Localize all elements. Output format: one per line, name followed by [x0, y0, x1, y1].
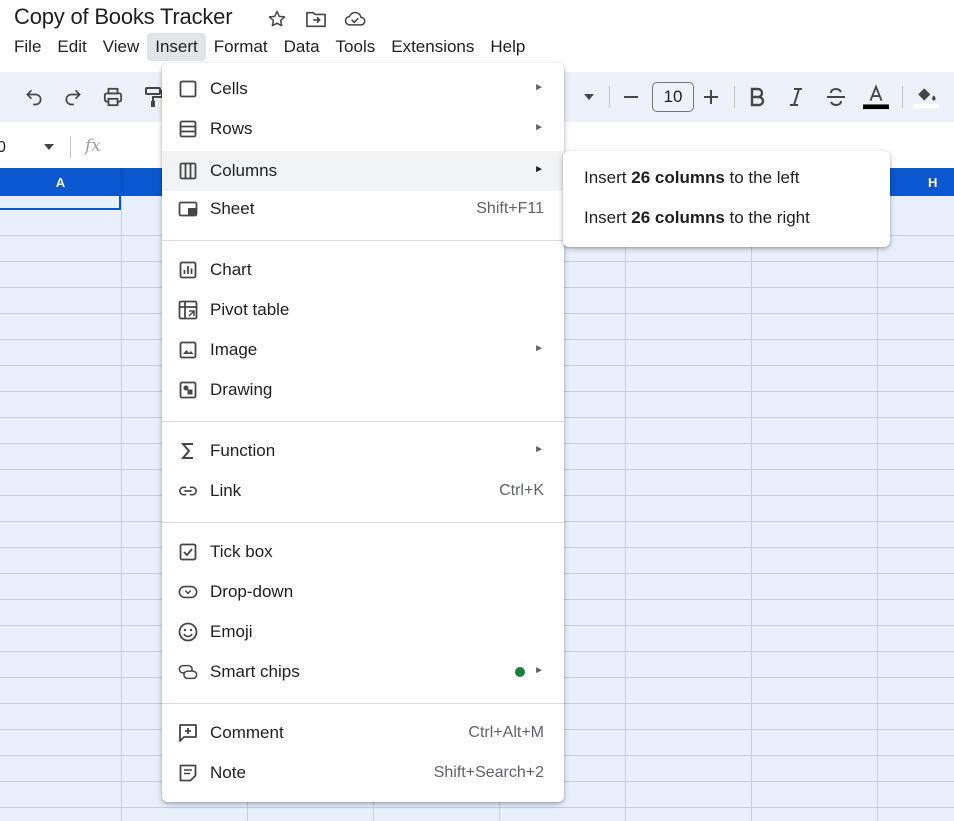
insert-menu: Cells ► Rows ► Columns ► Sheet Shift+F11…: [162, 63, 564, 802]
submenu-arrow-icon: ►: [534, 82, 544, 93]
insert-chart-item[interactable]: Chart: [162, 250, 564, 290]
submenu-arrow-icon: ►: [534, 343, 544, 354]
toolbar-divider: [609, 86, 610, 108]
insert-smart-chips-item[interactable]: Smart chips ►: [162, 652, 564, 692]
checkbox-icon: [178, 542, 198, 562]
column-header-h[interactable]: H: [928, 175, 937, 190]
function-fx-icon: fx: [84, 134, 106, 156]
shortcut-label: Shift+Search+2: [433, 764, 544, 781]
menu-divider: [162, 522, 564, 523]
doc-title[interactable]: Copy of Books Tracker: [14, 4, 233, 30]
toolbar-divider: [902, 86, 903, 108]
sigma-icon: [178, 441, 198, 461]
columns-icon: [178, 161, 198, 181]
insert-pivot-table-item[interactable]: Pivot table: [162, 290, 564, 330]
insert-comment-item[interactable]: Comment Ctrl+Alt+M: [162, 713, 564, 753]
name-box[interactable]: 0: [0, 139, 6, 157]
drawing-icon: [178, 380, 198, 400]
undo-icon[interactable]: [21, 84, 47, 110]
insert-tick-box-item[interactable]: Tick box: [162, 532, 564, 572]
font-size-input[interactable]: 10: [652, 82, 694, 112]
image-icon: [178, 340, 198, 360]
insert-function-item[interactable]: Function ►: [162, 431, 564, 471]
submenu-arrow-icon: ►: [534, 164, 544, 175]
insert-drawing-item[interactable]: Drawing: [162, 370, 564, 410]
formula-divider: [70, 136, 71, 158]
strikethrough-icon[interactable]: [823, 84, 849, 110]
insert-columns-right-item[interactable]: Insert 26 columns to the right: [584, 208, 810, 228]
chart-icon: [178, 260, 198, 280]
insert-image-item[interactable]: Image ►: [162, 330, 564, 370]
text-color-icon[interactable]: [863, 84, 889, 110]
shortcut-label: Ctrl+K: [499, 482, 544, 499]
insert-columns-left-item[interactable]: Insert 26 columns to the left: [584, 168, 799, 188]
note-icon: [178, 763, 198, 783]
column-header-a[interactable]: A: [0, 168, 121, 196]
dropdown-chip-icon: [178, 582, 198, 602]
insert-emoji-item[interactable]: Emoji: [162, 612, 564, 652]
comment-add-icon: [178, 723, 198, 743]
submenu-arrow-icon: ►: [534, 122, 544, 133]
insert-cells-item[interactable]: Cells ►: [162, 69, 564, 109]
menu-bar: File Edit View Insert Format Data Tools …: [6, 33, 533, 61]
move-folder-icon[interactable]: [305, 8, 327, 30]
menu-tools[interactable]: Tools: [328, 33, 384, 61]
menu-view[interactable]: View: [95, 33, 148, 61]
redo-icon[interactable]: [60, 84, 86, 110]
insert-sheet-item[interactable]: Sheet Shift+F11: [162, 189, 564, 229]
insert-note-item[interactable]: Note Shift+Search+2: [162, 753, 564, 793]
menu-help[interactable]: Help: [482, 33, 533, 61]
star-icon[interactable]: [266, 8, 288, 30]
italic-icon[interactable]: [783, 84, 809, 110]
link-icon: [178, 481, 198, 501]
submenu-arrow-icon: ►: [534, 444, 544, 455]
menu-extensions[interactable]: Extensions: [383, 33, 482, 61]
insert-columns-item[interactable]: Columns ►: [162, 151, 564, 191]
cells-icon: [178, 79, 198, 99]
pivot-table-icon: [178, 300, 198, 320]
rows-icon: [178, 119, 198, 139]
chevron-down-icon[interactable]: [43, 143, 55, 151]
selected-cell[interactable]: [0, 196, 121, 210]
cloud-saved-icon[interactable]: [344, 8, 366, 30]
increase-font-size-icon[interactable]: [698, 84, 724, 110]
menu-divider: [162, 703, 564, 704]
columns-submenu: Insert 26 columns to the left Insert 26 …: [563, 151, 890, 247]
insert-dropdown-item[interactable]: Drop-down: [162, 572, 564, 612]
fill-color-icon[interactable]: [913, 84, 939, 110]
shortcut-label: Shift+F11: [476, 200, 544, 217]
bold-icon[interactable]: [744, 84, 770, 110]
decrease-font-size-icon[interactable]: [618, 84, 644, 110]
svg-text:fx: fx: [84, 136, 101, 156]
sheets-app: Copy of Books Tracker File Edit View Ins…: [0, 0, 954, 821]
menu-edit[interactable]: Edit: [49, 33, 94, 61]
sheet-icon: [178, 199, 198, 219]
insert-link-item[interactable]: Link Ctrl+K: [162, 471, 564, 511]
print-icon[interactable]: [100, 84, 126, 110]
smart-chip-icon: [178, 662, 198, 682]
menu-insert[interactable]: Insert: [147, 33, 206, 61]
emoji-icon: [178, 622, 198, 642]
menu-file[interactable]: File: [6, 33, 49, 61]
menu-data[interactable]: Data: [276, 33, 328, 61]
new-feature-dot: [515, 667, 525, 677]
shortcut-label: Ctrl+Alt+M: [468, 724, 544, 741]
menu-divider: [162, 240, 564, 241]
submenu-arrow-icon: ►: [534, 665, 544, 676]
insert-rows-item[interactable]: Rows ►: [162, 109, 564, 149]
menu-divider: [162, 421, 564, 422]
chevron-down-icon[interactable]: [576, 84, 602, 110]
menu-format[interactable]: Format: [206, 33, 276, 61]
toolbar-divider: [734, 86, 735, 108]
